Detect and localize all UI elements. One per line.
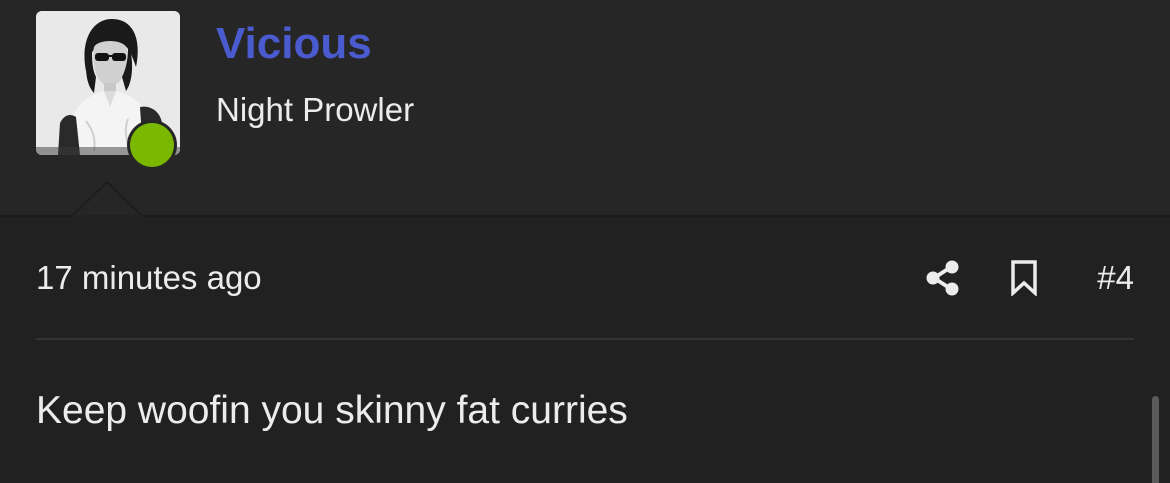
- username-link[interactable]: Vicious: [216, 18, 372, 70]
- post-divider: [36, 338, 1134, 340]
- post-timestamp[interactable]: 17 minutes ago: [36, 258, 262, 298]
- user-title: Night Prowler: [216, 91, 415, 128]
- online-status-indicator: [127, 120, 177, 170]
- post-message: Keep woofin you skinny fat curries: [36, 389, 628, 432]
- post-number-link[interactable]: #4: [1097, 258, 1134, 298]
- online-status-dot: [130, 123, 174, 167]
- scrollbar-thumb[interactable]: [1152, 396, 1159, 483]
- bookmark-button[interactable]: [1007, 255, 1041, 301]
- bookmark-icon: [1011, 260, 1038, 296]
- forum-post: Vicious Night Prowler 17 minutes ago #4 …: [0, 0, 1170, 483]
- header-divider: [0, 215, 1170, 217]
- post-actions: #4: [923, 255, 1134, 301]
- share-icon: [926, 260, 959, 296]
- share-button[interactable]: [923, 255, 963, 301]
